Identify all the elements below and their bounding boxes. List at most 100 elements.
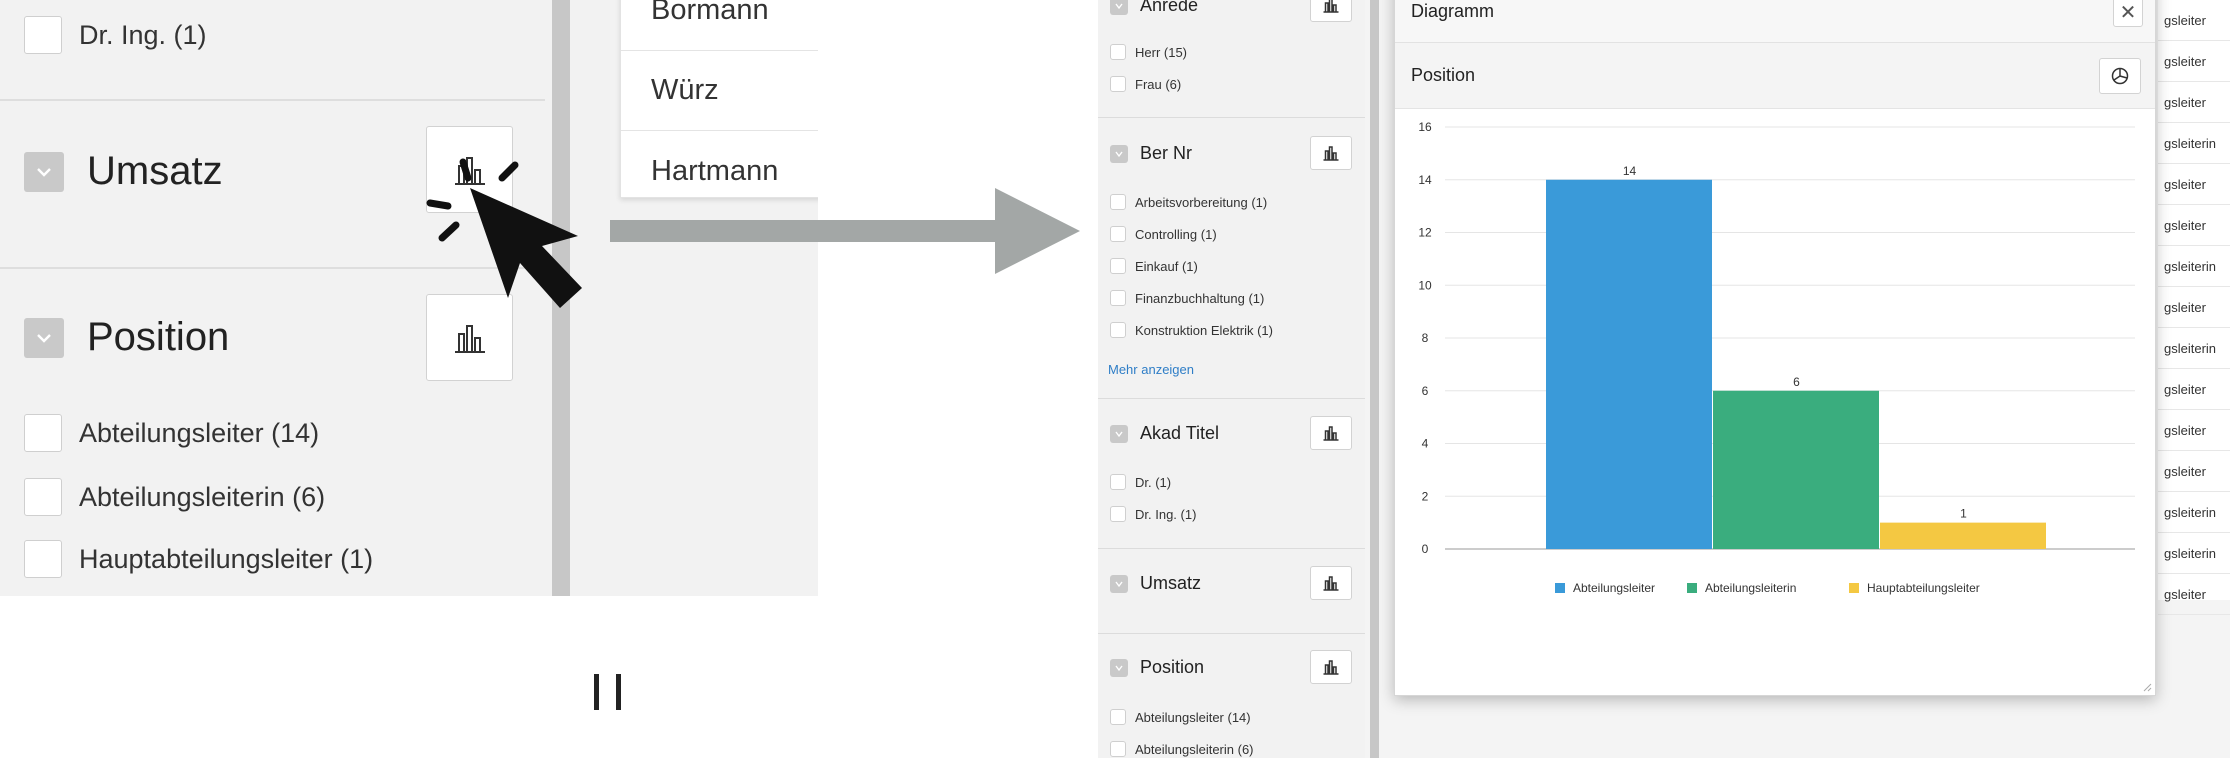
facet-option-label: Konstruktion Elektrik (1) (1135, 322, 1273, 338)
bar-hauptabteilungsleiter (1880, 522, 2046, 549)
result-row[interactable]: gsleiter (2158, 82, 2230, 123)
facet-header-label: Akad Titel (1140, 423, 1220, 443)
checkbox[interactable] (1110, 290, 1126, 306)
result-row[interactable]: gsleiterin (2158, 492, 2230, 533)
facet-option-dr-ing[interactable]: Dr. Ing. (1) (24, 16, 207, 54)
facet-header-umsatz[interactable]: Umsatz (24, 149, 223, 194)
chart-dialog: Diagramm ✕ Position 0 2 4 6 8 10 12 14 16 14 6 1 Abt… (1394, 0, 2156, 696)
facet-option[interactable]: Frau (6) (1110, 76, 1181, 92)
result-row[interactable]: gsleiterin (2158, 246, 2230, 287)
facet-option-label: Abteilungsleiterin (6) (79, 481, 326, 512)
facet-option[interactable]: Dr. (1) (1110, 474, 1171, 490)
checkbox[interactable] (24, 16, 62, 54)
facet-header-akad-titel[interactable]: Akad Titel (1110, 423, 1219, 444)
checkbox[interactable] (1110, 506, 1126, 522)
facet-header-label: Umsatz (1140, 573, 1202, 593)
facet-option[interactable]: Abteilungsleiterin (6) (24, 478, 325, 516)
legend-swatch (1687, 583, 1697, 593)
divider (1098, 117, 1365, 118)
divider (1098, 398, 1365, 399)
chevron-down-icon[interactable] (1110, 424, 1128, 443)
ber-nr-chart-button[interactable] (1310, 136, 1352, 170)
result-row[interactable]: gsleiter (2158, 287, 2230, 328)
chevron-down-icon[interactable] (1110, 574, 1128, 593)
facet-header-ber-nr[interactable]: Ber Nr (1110, 143, 1192, 164)
facet-sidebar: Anrede Herr (15) Frau (6) Ber Nr Arbeits… (1098, 0, 1365, 758)
result-row[interactable]: gsleiter (2158, 0, 2230, 41)
akad-titel-chart-button[interactable] (1310, 416, 1352, 450)
result-row[interactable]: gsleiter (2158, 410, 2230, 451)
pause-icon (594, 674, 624, 710)
chevron-down-icon[interactable] (1110, 144, 1128, 163)
checkbox[interactable] (1110, 709, 1126, 725)
checkbox[interactable] (24, 414, 62, 452)
facet-header-label: Anrede (1140, 0, 1199, 15)
facet-option[interactable]: Herr (15) (1110, 44, 1187, 60)
checkbox[interactable] (1110, 741, 1126, 757)
result-row[interactable]: gsleiter (2158, 451, 2230, 492)
chart-subtitle: Position (1411, 65, 1476, 85)
facet-option[interactable]: Arbeitsvorbereitung (1) (1110, 194, 1267, 210)
facet-option-label: Arbeitsvorbereitung (1) (1135, 194, 1268, 210)
result-cell[interactable]: Würz (621, 51, 818, 131)
bar-chart-icon (1323, 660, 1339, 675)
result-row[interactable]: gsleiter (2158, 164, 2230, 205)
close-icon[interactable]: ✕ (2113, 0, 2143, 27)
resize-handle-icon[interactable] (2142, 682, 2152, 692)
chevron-down-icon[interactable] (24, 151, 64, 192)
result-row[interactable]: gsleiter (2158, 574, 2230, 615)
dialog-titlebar[interactable]: Diagramm ✕ (1395, 0, 2155, 43)
y-tick-label: 0 (1422, 542, 1429, 556)
result-row[interactable]: gsleiter (2158, 205, 2230, 246)
chevron-down-icon[interactable] (1110, 658, 1128, 677)
facet-option[interactable]: Hauptabteilungsleiter (1) (24, 540, 373, 578)
data-label: 6 (1793, 375, 1800, 389)
facet-option[interactable]: Abteilungsleiter (14) (24, 414, 319, 452)
right-arrow-icon (610, 188, 1080, 274)
facet-header-position[interactable]: Position (24, 315, 229, 360)
checkbox[interactable] (1110, 226, 1126, 242)
facet-option[interactable]: Abteilungsleiterin (6) (1110, 741, 1254, 757)
facet-option[interactable]: Abteilungsleiter (14) (1110, 709, 1251, 725)
data-label: 1 (1960, 507, 1967, 521)
facet-option[interactable]: Finanzbuchhaltung (1) (1110, 290, 1264, 306)
result-row[interactable]: gsleiterin (2158, 328, 2230, 369)
checkbox[interactable] (1110, 76, 1126, 92)
vertical-splitter[interactable] (1370, 0, 1379, 758)
bar-chart: 0 2 4 6 8 10 12 14 16 14 6 1 Abteilungsleiter Abteilu… (1418, 120, 2135, 595)
checkbox[interactable] (1110, 258, 1126, 274)
anrede-chart-button[interactable] (1310, 0, 1352, 22)
chevron-down-icon[interactable] (24, 317, 64, 358)
checkbox[interactable] (24, 478, 62, 516)
legend-swatch (1849, 583, 1859, 593)
bar-chart-icon (1323, 146, 1339, 161)
facet-option[interactable]: Konstruktion Elektrik (1) (1110, 322, 1273, 338)
checkbox[interactable] (1110, 44, 1126, 60)
checkbox[interactable] (1110, 322, 1126, 338)
chevron-down-icon[interactable] (1110, 0, 1128, 15)
checkbox[interactable] (1110, 474, 1126, 490)
facet-header-anrede[interactable]: Anrede (1110, 0, 1198, 16)
result-row[interactable]: gsleiter (2158, 369, 2230, 410)
umsatz-chart-button[interactable] (1310, 566, 1352, 600)
legend-label: Abteilungsleiter (1573, 581, 1655, 595)
result-row[interactable]: gsleiterin (2158, 123, 2230, 164)
checkbox[interactable] (24, 540, 62, 578)
facet-option[interactable]: Dr. Ing. (1) (1110, 506, 1196, 522)
facet-header-umsatz[interactable]: Umsatz (1110, 573, 1201, 594)
show-more-link[interactable]: Mehr anzeigen (1108, 362, 1194, 377)
result-list: gsleiter gsleiter gsleiter gsleiterin gsleit… (2158, 0, 2230, 615)
result-row[interactable]: gsleiter (2158, 41, 2230, 82)
facet-option-label: Abteilungsleiter (14) (1135, 709, 1251, 725)
facet-header-position[interactable]: Position (1110, 657, 1204, 678)
facet-header-label: Position (1140, 657, 1205, 677)
facet-header-label: Ber Nr (1140, 143, 1193, 163)
position-chart-button[interactable] (1310, 650, 1352, 684)
facet-option[interactable]: Controlling (1) (1110, 226, 1217, 242)
divider (0, 99, 545, 101)
result-cell[interactable]: Bormann (621, 0, 818, 51)
result-row[interactable]: gsleiterin (2158, 533, 2230, 574)
facet-option[interactable]: Einkauf (1) (1110, 258, 1198, 274)
checkbox[interactable] (1110, 194, 1126, 210)
pie-chart-button[interactable] (2099, 58, 2141, 94)
